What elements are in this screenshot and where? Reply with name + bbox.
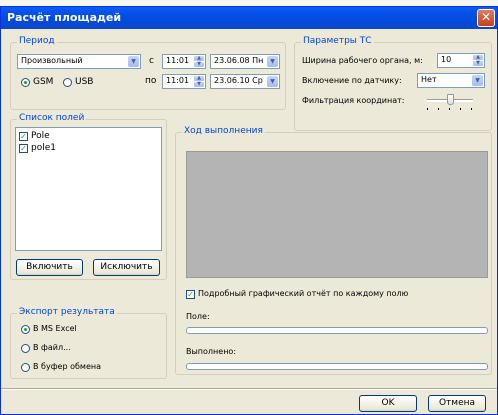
to-time-input[interactable]: 11:01 ▲ ▼ [162, 74, 206, 89]
from-time-spinner[interactable]: ▲ ▼ [194, 56, 204, 67]
cancel-button[interactable]: Отмена [428, 395, 486, 412]
footer-divider [1, 388, 497, 390]
sensor-label: Включение по датчику: [302, 76, 402, 85]
period-legend: Период [17, 36, 57, 46]
fields-legend: Список полей [17, 113, 87, 123]
exclude-button[interactable]: Исключить [93, 259, 160, 276]
to-time-spinner[interactable]: ▲ ▼ [194, 76, 204, 87]
title-bar[interactable]: Расчёт площадей ✕ [1, 7, 497, 29]
list-item[interactable]: ✓ pole1 [19, 143, 159, 154]
slider-thumb[interactable] [447, 94, 454, 105]
window-title: Расчёт площадей [7, 11, 122, 24]
chevron-down-icon[interactable]: ▼ [128, 56, 139, 67]
export-file-label: В файл... [33, 343, 71, 352]
to-time-value: 11:01 [166, 76, 190, 85]
fields-group: Список полей ✓ Pole ✓ pole1 Включить Иск… [10, 113, 167, 280]
gsm-label: GSM [33, 77, 54, 87]
map-preview [186, 151, 488, 278]
list-item[interactable]: ✓ Pole [19, 131, 159, 142]
work-width-spinner[interactable]: ▲ ▼ [473, 55, 483, 66]
usb-radio[interactable] [63, 78, 72, 87]
from-label: с [149, 56, 154, 66]
fields-list[interactable]: ✓ Pole ✓ pole1 [15, 127, 162, 251]
field-label: Pole [31, 131, 50, 141]
chevron-down-icon[interactable]: ▼ [267, 56, 278, 67]
to-date-select[interactable]: 23.06.10 Ср ▼ [210, 74, 280, 89]
progress-legend: Ход выполнения [182, 126, 265, 136]
coordinate-filter-slider[interactable] [427, 94, 473, 112]
from-date-value: 23.06.08 Пн [214, 56, 264, 65]
coordinate-filter-label: Фильтрация координат: [302, 96, 405, 105]
from-time-input[interactable]: 11:01 ▲ ▼ [162, 54, 206, 69]
progress-group: Ход выполнения ✓ Подробный графический о… [175, 126, 492, 375]
export-file-radio[interactable] [21, 344, 30, 353]
work-width-input[interactable]: 10 ▲ ▼ [437, 53, 485, 68]
export-clipboard-radio[interactable] [21, 363, 30, 372]
done-progress-bar [186, 363, 488, 370]
field-progress-bar [186, 327, 488, 334]
from-time-value: 11:01 [166, 56, 190, 65]
export-excel-radio[interactable] [21, 325, 30, 334]
ok-button[interactable]: OK [359, 395, 417, 412]
detailed-report-checkbox[interactable]: ✓ [186, 290, 195, 299]
field-checkbox[interactable]: ✓ [19, 132, 28, 141]
field-progress-label: Поле: [186, 312, 210, 321]
export-excel-label: В MS Excel [33, 324, 77, 333]
sensor-value: Нет [421, 75, 437, 84]
vehicle-params-group: Параметры ТС Ширина рабочего органа, м: … [294, 36, 492, 131]
period-mode-value: Произвольный [21, 56, 83, 65]
sensor-select[interactable]: Нет ▼ [417, 73, 485, 88]
gsm-radio[interactable] [21, 78, 30, 87]
vehicle-params-legend: Параметры ТС [301, 36, 374, 46]
work-width-value: 10 [441, 55, 452, 64]
slider-ticks [427, 108, 473, 110]
from-date-select[interactable]: 23.06.08 Пн ▼ [210, 54, 280, 69]
done-progress-label: Выполнено: [186, 347, 237, 356]
field-checkbox[interactable]: ✓ [19, 144, 28, 153]
detailed-report-label: Подробный графический отчёт по каждому п… [198, 289, 409, 298]
export-legend: Экспорт результата [17, 307, 117, 317]
period-mode-select[interactable]: Произвольный ▼ [17, 54, 141, 69]
chevron-down-icon[interactable]: ▼ [267, 76, 278, 87]
close-button[interactable]: ✕ [477, 9, 495, 27]
close-icon: ✕ [480, 10, 492, 24]
dialog-window: Расчёт площадей ✕ Период Произвольный ▼ … [0, 6, 498, 415]
to-label: по [145, 76, 157, 86]
usb-label: USB [75, 77, 94, 87]
chevron-down-icon[interactable]: ▼ [472, 75, 483, 86]
include-button[interactable]: Включить [16, 259, 83, 276]
export-group: Экспорт результата В MS Excel В файл... … [10, 307, 167, 379]
to-date-value: 23.06.10 Ср [214, 76, 263, 85]
field-label: pole1 [31, 143, 56, 153]
period-group: Период Произвольный ▼ с 11:01 ▲ ▼ 23.06.0… [10, 36, 286, 110]
work-width-label: Ширина рабочего органа, м: [302, 56, 423, 65]
export-clipboard-label: В буфер обмена [33, 362, 101, 371]
